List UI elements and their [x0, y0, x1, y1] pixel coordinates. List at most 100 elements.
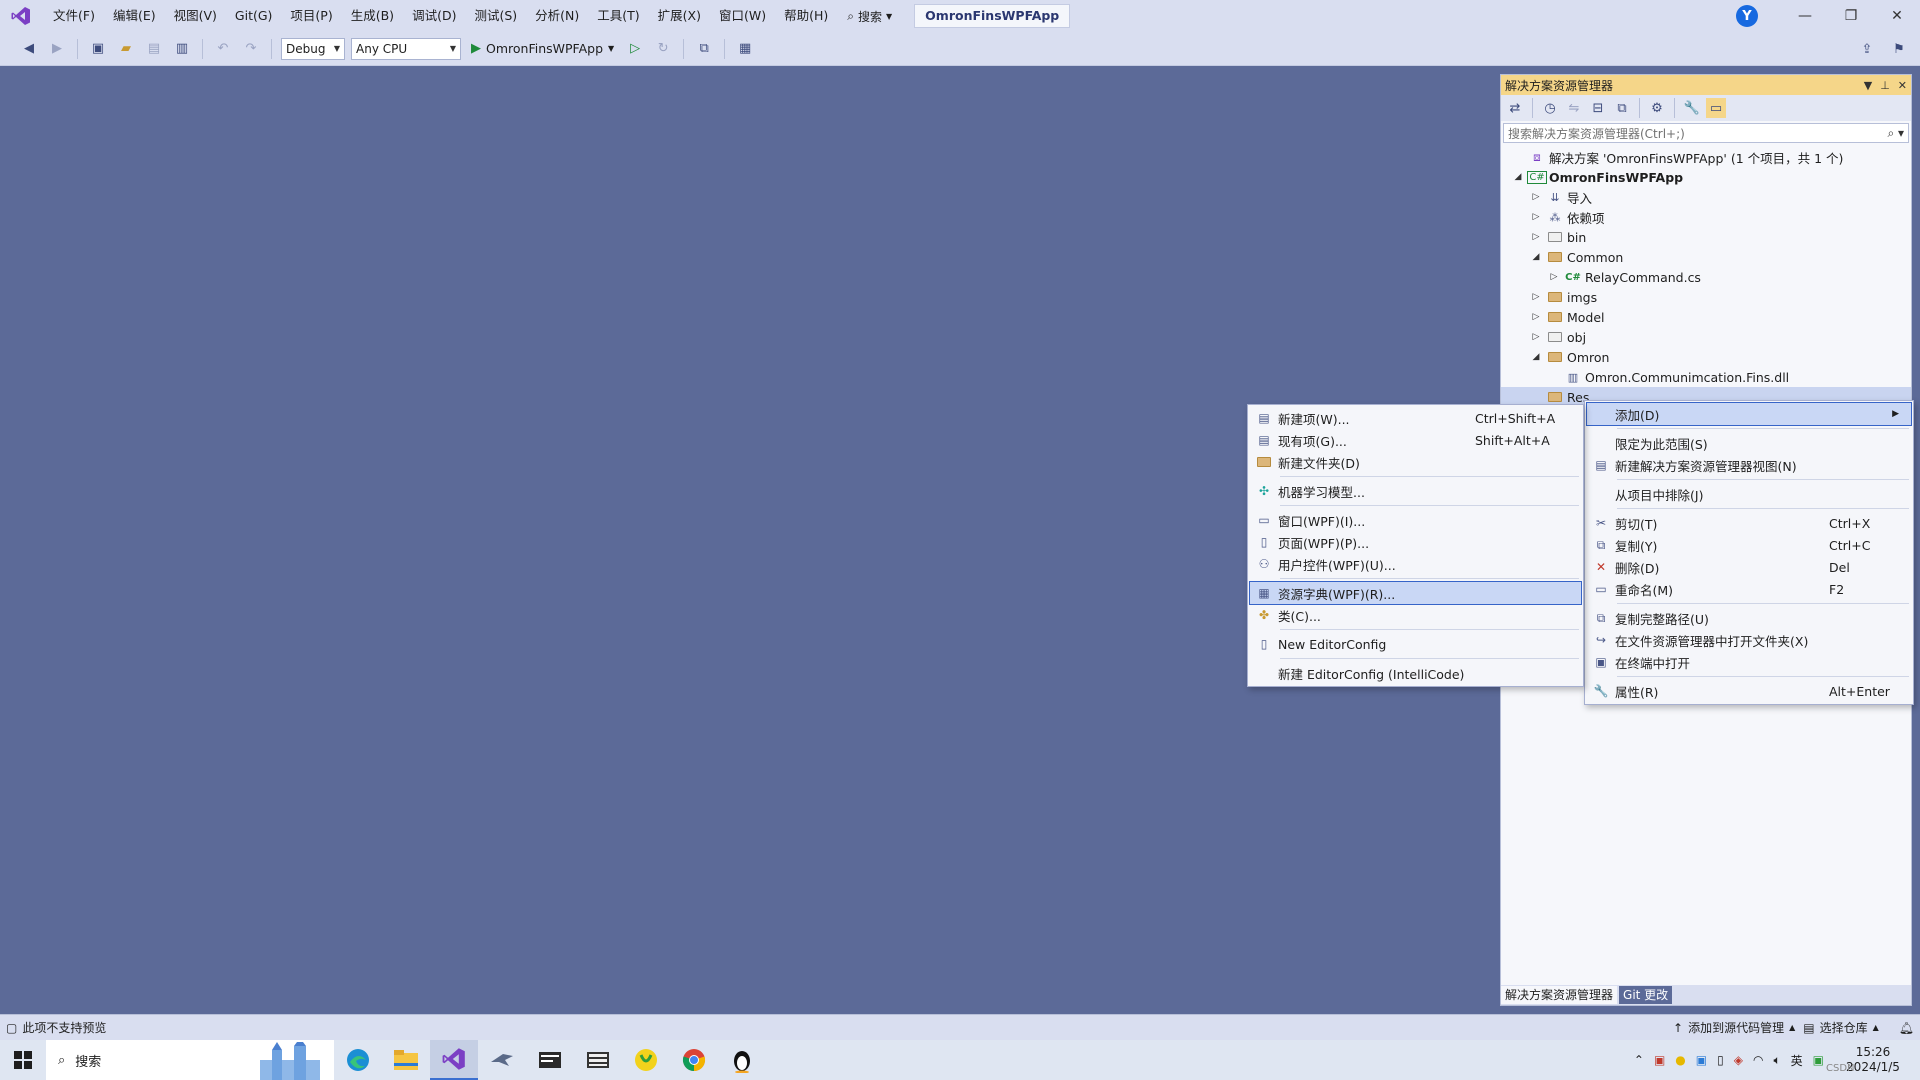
tab-git-changes[interactable]: Git 更改: [1619, 986, 1673, 1004]
menu-item-6[interactable]: 调试(D): [403, 4, 465, 28]
context-menu-item[interactable]: ✕ 删除(D) Del: [1587, 556, 1911, 578]
context-menu-item[interactable]: ▭ 重命名(M) F2: [1587, 578, 1911, 600]
menu-item-0[interactable]: 文件(F): [44, 4, 104, 28]
start-without-debugging-icon[interactable]: ▷: [624, 38, 646, 60]
context-menu-item[interactable]: 添加(D) ▶: [1586, 402, 1912, 426]
context-menu-item[interactable]: ▤ 现有项(G)... Shift+Alt+A: [1250, 429, 1581, 451]
menu-item-9[interactable]: 工具(T): [588, 4, 648, 28]
tree-item[interactable]: ▷ ⁂ 依赖项: [1501, 207, 1911, 227]
context-menu-item[interactable]: ▦ 资源字典(WPF)(R)...: [1249, 581, 1582, 605]
taskbar-app-terminal[interactable]: [526, 1040, 574, 1080]
usb-icon[interactable]: ▯: [1717, 1053, 1724, 1067]
show-all-files-icon[interactable]: ⧉: [1612, 98, 1632, 118]
expanded-arrow-icon[interactable]: ◢: [1529, 252, 1543, 262]
menu-item-7[interactable]: 测试(S): [465, 4, 526, 28]
context-menu-item[interactable]: ▤ 新建解决方案资源管理器视图(N): [1587, 454, 1911, 476]
context-menu-item[interactable]: 🔧 属性(R) Alt+Enter: [1587, 680, 1911, 702]
tree-item[interactable]: ▷ C# RelayCommand.cs: [1501, 267, 1911, 287]
context-menu-item[interactable]: ⚇ 用户控件(WPF)(U)...: [1250, 553, 1581, 575]
context-menu-item[interactable]: 限定为此范围(S): [1587, 432, 1911, 454]
new-project-icon[interactable]: ▣: [87, 38, 109, 60]
clock[interactable]: 15:26 2024/1/5 CSDN: [1826, 1045, 1912, 1075]
chevron-up-icon[interactable]: ⌃: [1634, 1053, 1644, 1067]
tree-item[interactable]: ◢ Omron: [1501, 347, 1911, 367]
menu-item-11[interactable]: 窗口(W): [710, 4, 775, 28]
switch-views-icon[interactable]: ⇄: [1505, 98, 1525, 118]
context-menu-item[interactable]: 从项目中排除(J): [1587, 483, 1911, 505]
history-icon[interactable]: ◷: [1540, 98, 1560, 118]
save-all-icon[interactable]: ▥: [171, 38, 193, 60]
menu-item-8[interactable]: 分析(N): [526, 4, 588, 28]
expanded-arrow-icon[interactable]: ◢: [1529, 352, 1543, 362]
collapsed-arrow-icon[interactable]: ▷: [1529, 232, 1543, 242]
menu-item-12[interactable]: 帮助(H): [775, 4, 837, 28]
tab-solution-explorer[interactable]: 解决方案资源管理器: [1501, 986, 1618, 1004]
solution-search-input[interactable]: 搜索解决方案资源管理器(Ctrl+;) ⌕ ▾: [1503, 123, 1909, 143]
taskbar-search[interactable]: ⌕ 搜索: [46, 1040, 334, 1080]
tree-item[interactable]: ◢ Common: [1501, 247, 1911, 267]
collapsed-arrow-icon[interactable]: ▷: [1529, 212, 1543, 222]
close-icon[interactable]: ✕: [1898, 79, 1907, 92]
add-to-source-control-button[interactable]: ↑ 添加到源代码管理 ▲: [1673, 1019, 1795, 1036]
context-menu-item[interactable]: ▯ New EditorConfig: [1250, 633, 1581, 655]
taskbar-chrome[interactable]: [670, 1040, 718, 1080]
forward-icon[interactable]: ▶: [46, 38, 68, 60]
collapsed-arrow-icon[interactable]: ▷: [1529, 332, 1543, 342]
tree-item[interactable]: ▷ bin: [1501, 227, 1911, 247]
taskbar-app-sublime[interactable]: [574, 1040, 622, 1080]
tree-item[interactable]: ▥ Omron.Communimcation.Fins.dll: [1501, 367, 1911, 387]
select-repository-button[interactable]: ▤ 选择仓库 ▲: [1803, 1019, 1879, 1036]
taskbar-visual-studio[interactable]: [430, 1040, 478, 1080]
context-menu-item[interactable]: ▭ 窗口(WPF)(I)...: [1250, 509, 1581, 531]
context-menu-item[interactable]: ✣ 机器学习模型...: [1250, 480, 1581, 502]
tree-item[interactable]: ▷ obj: [1501, 327, 1911, 347]
context-menu-item[interactable]: 新建 EditorConfig (IntelliCode): [1250, 662, 1581, 684]
tree-item[interactable]: ▷ ⇊ 导入: [1501, 187, 1911, 207]
context-menu-item[interactable]: ▯ 页面(WPF)(P)...: [1250, 531, 1581, 553]
taskbar-app-green[interactable]: [622, 1040, 670, 1080]
layout-icon[interactable]: ▦: [734, 38, 756, 60]
platform-select[interactable]: Any CPU ▼: [351, 37, 461, 60]
notifications-button[interactable]: 🔔︎: [1887, 1021, 1914, 1035]
tree-item[interactable]: ◢ C# OmronFinsWPFApp: [1501, 167, 1911, 187]
close-button[interactable]: ✕: [1874, 0, 1920, 32]
back-icon[interactable]: ◀: [18, 38, 40, 60]
collapsed-arrow-icon[interactable]: ▷: [1529, 292, 1543, 302]
dropdown-icon[interactable]: ▼: [1864, 79, 1872, 92]
volume-icon[interactable]: 🔈︎: [1773, 1053, 1780, 1068]
account-avatar[interactable]: Y: [1736, 5, 1758, 27]
pin-icon[interactable]: ⊥: [1880, 79, 1890, 92]
context-menu-item[interactable]: ✂ 剪切(T) Ctrl+X: [1587, 512, 1911, 534]
start-debugging-button[interactable]: ▶ OmronFinsWPFApp ▼: [467, 38, 618, 60]
browser-link-icon[interactable]: ⧉: [693, 38, 715, 60]
tray-app-icon[interactable]: ▣: [1654, 1053, 1665, 1067]
tree-item[interactable]: ▷ Model: [1501, 307, 1911, 327]
taskbar-app-bird[interactable]: [478, 1040, 526, 1080]
taskbar-file-explorer[interactable]: [382, 1040, 430, 1080]
menu-item-10[interactable]: 扩展(X): [649, 4, 710, 28]
context-menu-item[interactable]: ⧉ 复制完整路径(U): [1587, 607, 1911, 629]
tree-item[interactable]: ▷ imgs: [1501, 287, 1911, 307]
configuration-select[interactable]: Debug ▼: [281, 37, 345, 60]
collapsed-arrow-icon[interactable]: ▷: [1529, 312, 1543, 322]
wifi-icon[interactable]: ◠: [1753, 1053, 1763, 1067]
taskbar-edge[interactable]: [334, 1040, 382, 1080]
context-menu-item[interactable]: ↪ 在文件资源管理器中打开文件夹(X): [1587, 629, 1911, 651]
context-menu-item[interactable]: ⧉ 复制(Y) Ctrl+C: [1587, 534, 1911, 556]
redo-icon[interactable]: ↷: [240, 38, 262, 60]
tray-app-icon[interactable]: ▣: [1813, 1053, 1824, 1067]
taskbar-qq[interactable]: [718, 1040, 766, 1080]
start-button[interactable]: [0, 1040, 46, 1080]
preview-icon[interactable]: ▭: [1706, 98, 1726, 118]
save-icon[interactable]: ▤: [143, 38, 165, 60]
menu-item-2[interactable]: 视图(V): [165, 4, 226, 28]
hot-reload-icon[interactable]: ↻: [652, 38, 674, 60]
menu-item-1[interactable]: 编辑(E): [104, 4, 165, 28]
context-menu-item[interactable]: ▤ 新建项(W)... Ctrl+Shift+A: [1250, 407, 1581, 429]
sync-icon[interactable]: ⇋: [1564, 98, 1584, 118]
restore-button[interactable]: ❐: [1828, 0, 1874, 32]
collapsed-arrow-icon[interactable]: ▷: [1547, 272, 1561, 282]
tray-app-icon[interactable]: ▣: [1696, 1053, 1707, 1067]
tray-app-icon[interactable]: ●: [1675, 1053, 1685, 1067]
ime-indicator[interactable]: 英: [1791, 1052, 1803, 1069]
